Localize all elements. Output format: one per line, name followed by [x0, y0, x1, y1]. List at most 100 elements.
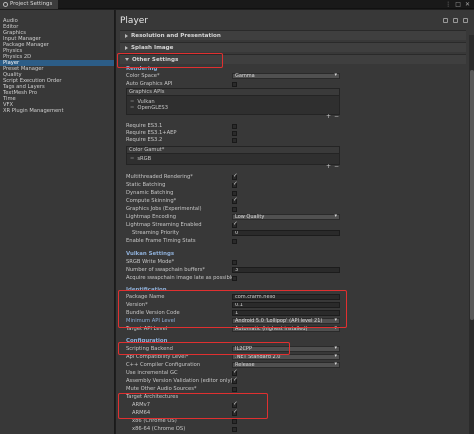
require-es31-aep-row: Require ES3.1+AEP: [126, 130, 340, 136]
expand-arrow-icon: [125, 45, 128, 50]
incremental-gc-label: Use incremental GC: [126, 370, 178, 376]
assembly-validation-row: Assembly Version Validation (editor only…: [126, 377, 340, 384]
list-item-label: sRGB: [137, 156, 152, 162]
list-item[interactable]: = sRGB: [127, 156, 339, 162]
streaming-priority-row: Streaming Priority 0: [126, 230, 340, 236]
static-batching-checkbox[interactable]: [232, 181, 238, 188]
cpp-compiler-label: C++ Compiler Configuration: [126, 362, 201, 368]
color-gamut-header: Color Gamut*: [127, 147, 339, 154]
graphics-jobs-row: Graphics Jobs (Experimental): [126, 206, 340, 212]
more-options-icon[interactable]: ⋮: [445, 1, 451, 8]
lightmap-streaming-checkbox[interactable]: [232, 221, 238, 228]
require-es32-row: Require ES3.2: [126, 137, 340, 143]
streaming-priority-label: Streaming Priority: [132, 230, 179, 236]
cpp-compiler-row: C++ Compiler Configuration Release: [126, 362, 340, 368]
x86-64-checkbox[interactable]: [232, 426, 237, 432]
add-icon[interactable]: +: [326, 113, 331, 120]
header-icons: [443, 18, 468, 23]
x86-64-row: x86-64 (Chrome OS): [126, 426, 340, 432]
static-batching-row: Static Batching: [126, 181, 340, 188]
mute-audio-checkbox[interactable]: [232, 386, 237, 392]
highlight-other-settings: [117, 53, 223, 68]
lightmap-encoding-label: Lightmap Encoding: [126, 214, 177, 220]
srgb-write-label: SRGB Write Mode*: [126, 259, 175, 265]
add-icon[interactable]: +: [326, 163, 331, 170]
drag-handle-icon[interactable]: =: [130, 156, 134, 162]
list-item[interactable]: = OpenGLES3: [127, 105, 339, 111]
lightmap-streaming-label: Lightmap Streaming Enabled: [126, 222, 202, 228]
section-label: Resolution and Presentation: [131, 32, 221, 39]
assembly-validation-checkbox[interactable]: [232, 377, 238, 384]
graphics-apis-list: Graphics APIs = Vulkan = OpenGLES3: [126, 88, 340, 115]
color-gamut-list: Color Gamut* = sRGB: [126, 146, 340, 165]
maximize-icon[interactable]: □: [455, 1, 461, 8]
remove-icon[interactable]: −: [334, 163, 339, 170]
swapchain-row: Number of swapchain buffers* 3: [126, 267, 340, 273]
lightmap-encoding-dropdown[interactable]: Low Quality: [232, 214, 340, 220]
mt-rendering-label: Multithreaded Rendering*: [126, 174, 193, 180]
mt-rendering-row: Multithreaded Rendering*: [126, 173, 340, 180]
preset-icon[interactable]: [453, 18, 458, 23]
graphics-apis-plus-minus: + −: [326, 113, 339, 120]
auto-graphics-row: Auto Graphics API: [126, 81, 340, 87]
color-space-label: Color Space*: [126, 73, 160, 79]
drag-handle-icon[interactable]: =: [130, 105, 134, 111]
swapchain-label: Number of swapchain buffers*: [126, 267, 206, 273]
highlight-identification: [118, 290, 347, 328]
auto-graphics-checkbox[interactable]: [232, 81, 237, 87]
srgb-write-row: SRGB Write Mode*: [126, 259, 340, 265]
window-titlebar: Project Settings ⋮ □ ✕: [0, 0, 474, 9]
compute-skinning-checkbox[interactable]: [232, 197, 238, 204]
color-space-dropdown[interactable]: Gamma: [232, 73, 340, 79]
require-es31-label: Require ES3.1: [126, 123, 163, 129]
static-batching-label: Static Batching: [126, 182, 166, 188]
compute-skinning-label: Compute Skinning*: [126, 198, 177, 204]
scrollbar-thumb[interactable]: [469, 70, 474, 320]
incremental-gc-row: Use incremental GC: [126, 369, 340, 376]
section-label: Splash Image: [131, 44, 174, 51]
graphics-jobs-checkbox[interactable]: [232, 206, 237, 212]
compute-skinning-row: Compute Skinning*: [126, 197, 340, 204]
assembly-validation-label: Assembly Version Validation (editor only…: [126, 378, 232, 384]
require-es31-row: Require ES3.1: [126, 123, 340, 129]
color-space-row: Color Space* Gamma: [126, 73, 340, 79]
cpp-compiler-dropdown[interactable]: Release: [232, 362, 340, 368]
x86-checkbox[interactable]: [232, 418, 237, 424]
remove-icon[interactable]: −: [334, 113, 339, 120]
dynamic-batching-checkbox[interactable]: [232, 190, 237, 196]
require-es32-label: Require ES3.2: [126, 137, 163, 143]
acquire-late-checkbox[interactable]: [232, 275, 237, 281]
sidebar-item-xr-plugin-management[interactable]: XR Plugin Management: [0, 108, 114, 114]
require-es31-aep-checkbox[interactable]: [232, 130, 237, 136]
frame-timing-checkbox[interactable]: [232, 238, 237, 244]
close-icon[interactable]: ✕: [465, 1, 470, 8]
require-es31-checkbox[interactable]: [232, 123, 237, 129]
dynamic-batching-row: Dynamic Batching: [126, 190, 340, 196]
color-gamut-plus-minus: + −: [326, 163, 339, 170]
require-es32-checkbox[interactable]: [232, 137, 237, 143]
mute-audio-row: Mute Other Audio Sources*: [126, 386, 340, 392]
section-splash[interactable]: Splash Image: [120, 42, 466, 52]
streaming-priority-field[interactable]: 0: [232, 230, 340, 236]
highlight-scripting-backend: [118, 342, 290, 355]
highlight-target-arch: [118, 393, 268, 419]
gear-icon: [3, 1, 8, 7]
list-item-label: OpenGLES3: [137, 105, 168, 111]
expand-arrow-icon: [125, 33, 128, 38]
incremental-gc-checkbox[interactable]: [232, 369, 238, 376]
swapchain-field[interactable]: 3: [232, 267, 340, 273]
section-resolution[interactable]: Resolution and Presentation: [120, 30, 466, 40]
vulkan-header: Vulkan Settings: [126, 251, 175, 257]
mt-rendering-checkbox[interactable]: [232, 173, 238, 180]
acquire-late-row: Acquire swapchain image late as possible…: [126, 275, 340, 281]
help-icon[interactable]: [443, 18, 448, 23]
frame-timing-label: Enable Frame Timing Stats: [126, 238, 196, 244]
page-title: Player: [120, 16, 149, 26]
tab-project-settings[interactable]: Project Settings: [0, 0, 59, 9]
frame-timing-row: Enable Frame Timing Stats: [126, 238, 340, 244]
window-controls: ⋮ □ ✕: [445, 1, 470, 8]
graphics-jobs-label: Graphics Jobs (Experimental): [126, 206, 202, 212]
settings-menu-icon[interactable]: [463, 18, 468, 23]
acquire-late-label: Acquire swapchain image late as possible…: [126, 275, 232, 281]
srgb-write-checkbox[interactable]: [232, 259, 237, 265]
